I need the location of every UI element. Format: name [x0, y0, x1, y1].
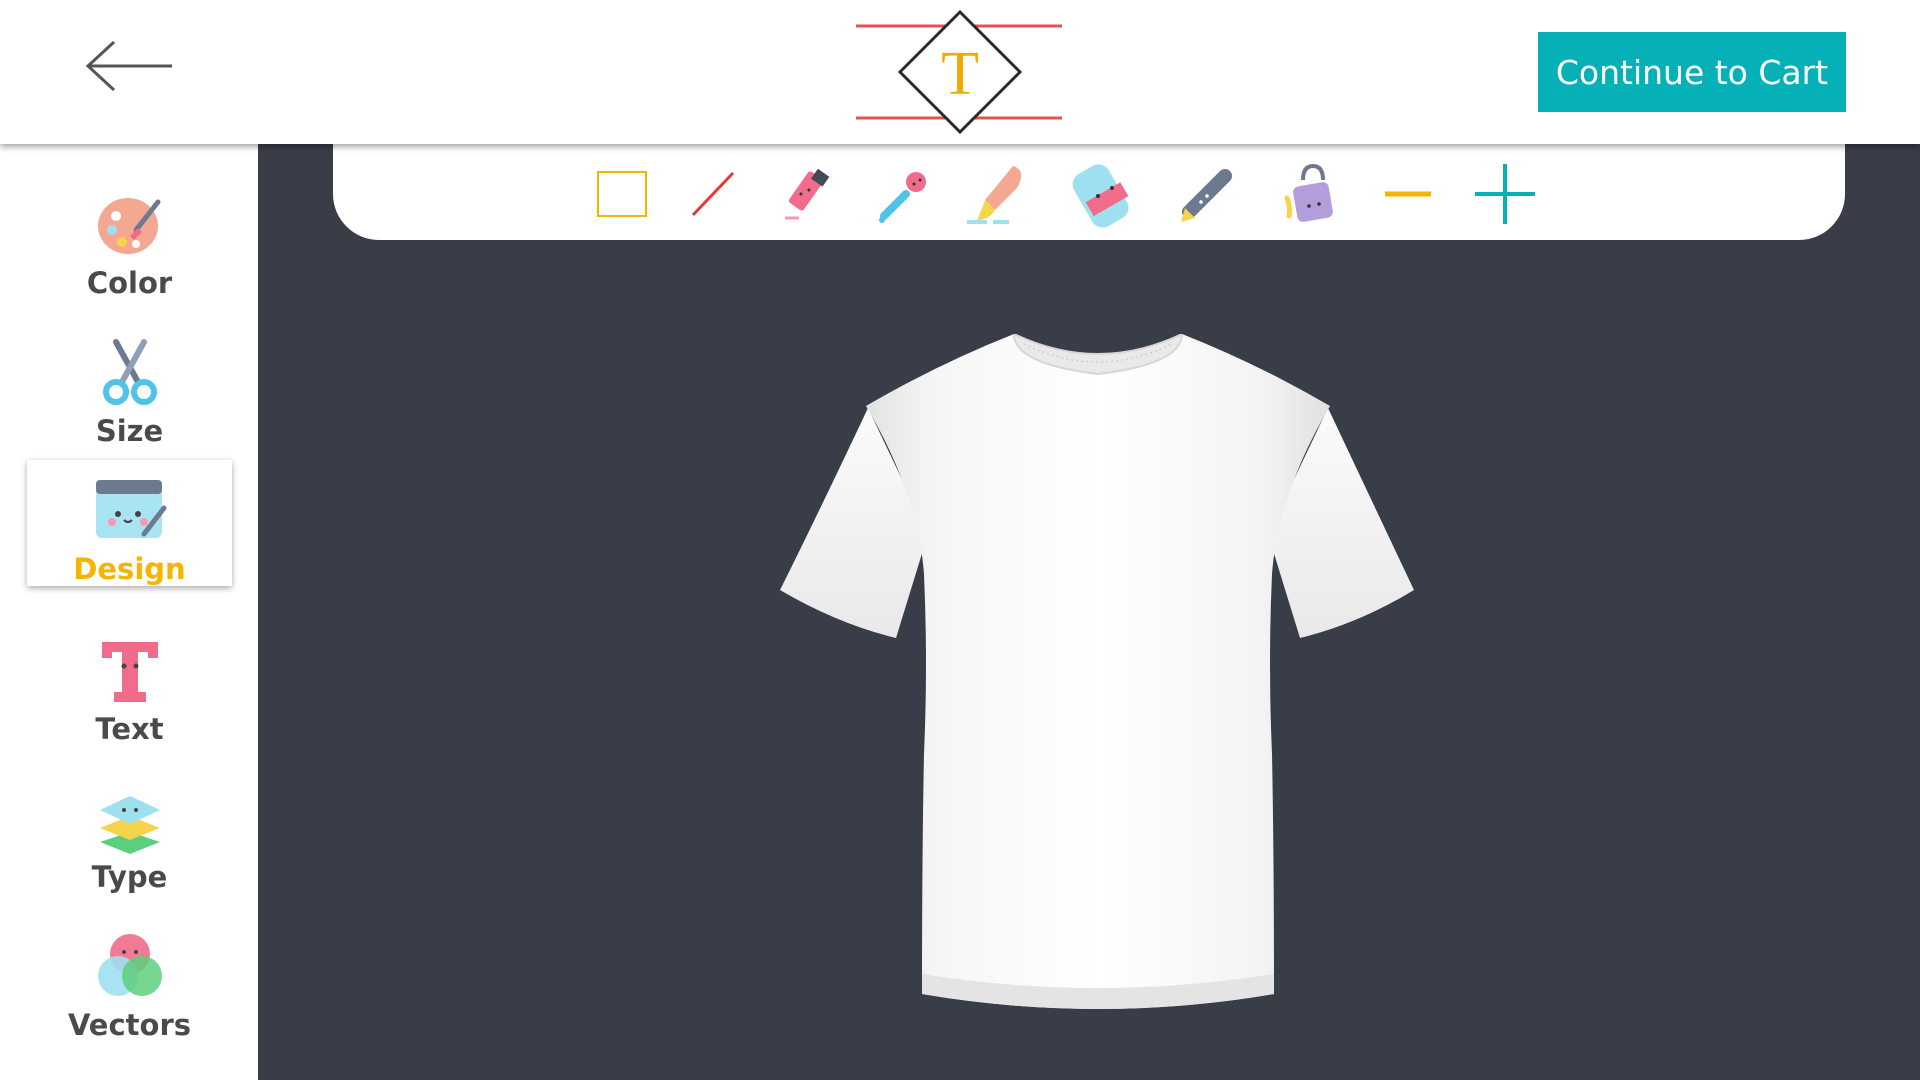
paint-bucket-icon — [1284, 163, 1333, 222]
rectangle-tool-button[interactable] — [586, 158, 658, 230]
marker-tool-button[interactable] — [773, 158, 845, 230]
dropper-tool-button[interactable] — [868, 158, 940, 230]
rectangle-icon — [597, 171, 647, 217]
zoom-out-icon — [1385, 191, 1431, 197]
brush-icon — [967, 166, 1022, 224]
sidebar-item-text[interactable]: Text — [27, 620, 232, 746]
pen-icon — [1181, 169, 1232, 222]
scissors-icon — [102, 339, 157, 405]
line-icon — [691, 171, 735, 217]
dropper-icon — [879, 172, 926, 223]
sidebar-item-size[interactable]: Size — [27, 322, 232, 448]
line-tool-button[interactable] — [677, 158, 749, 230]
zoom-out-button[interactable] — [1372, 158, 1444, 230]
text-icon — [101, 642, 158, 702]
zoom-in-icon — [1475, 164, 1535, 224]
sidebar-item-label: Type — [91, 860, 168, 894]
sidebar-item-design[interactable]: Design — [27, 460, 232, 586]
sidebar-item-vectors[interactable]: Vectors — [27, 916, 232, 1042]
top-header: T Continue to Cart — [0, 0, 1920, 144]
continue-to-cart-button[interactable]: Continue to Cart — [1538, 32, 1846, 112]
eraser-tool-button[interactable] — [1068, 158, 1140, 230]
sidebar-item-label: Size — [95, 414, 164, 448]
zoom-in-button[interactable] — [1469, 158, 1541, 230]
back-button[interactable] — [80, 36, 180, 96]
sidebar-item-color[interactable]: Color — [27, 174, 232, 300]
sidebar-item-label: Text — [95, 712, 164, 746]
arrow-left-icon — [85, 40, 172, 92]
logo-letter: T — [941, 40, 979, 108]
marker-icon — [785, 168, 830, 220]
brand-logo[interactable]: T — [856, 8, 1064, 136]
palette-icon — [97, 198, 160, 254]
venn-circles-icon — [97, 934, 162, 996]
paint-bucket-tool-button[interactable] — [1273, 158, 1345, 230]
tshirt-preview[interactable] — [778, 334, 1418, 1034]
design-board-icon — [95, 480, 166, 538]
sidebar-item-label: Color — [86, 266, 173, 300]
sidebar-item-label: Vectors — [67, 1008, 192, 1042]
drawing-toolbar — [333, 144, 1845, 240]
sidebar-item-type[interactable]: Type — [27, 768, 232, 894]
pen-tool-button[interactable] — [1171, 158, 1243, 230]
eraser-icon — [1072, 164, 1129, 228]
layers-icon — [99, 796, 160, 854]
brush-tool-button[interactable] — [963, 158, 1035, 230]
sidebar: Color Size Design Text Type Vectors — [0, 144, 258, 1080]
design-canvas-area — [258, 144, 1920, 1080]
sidebar-item-label: Design — [73, 552, 186, 586]
